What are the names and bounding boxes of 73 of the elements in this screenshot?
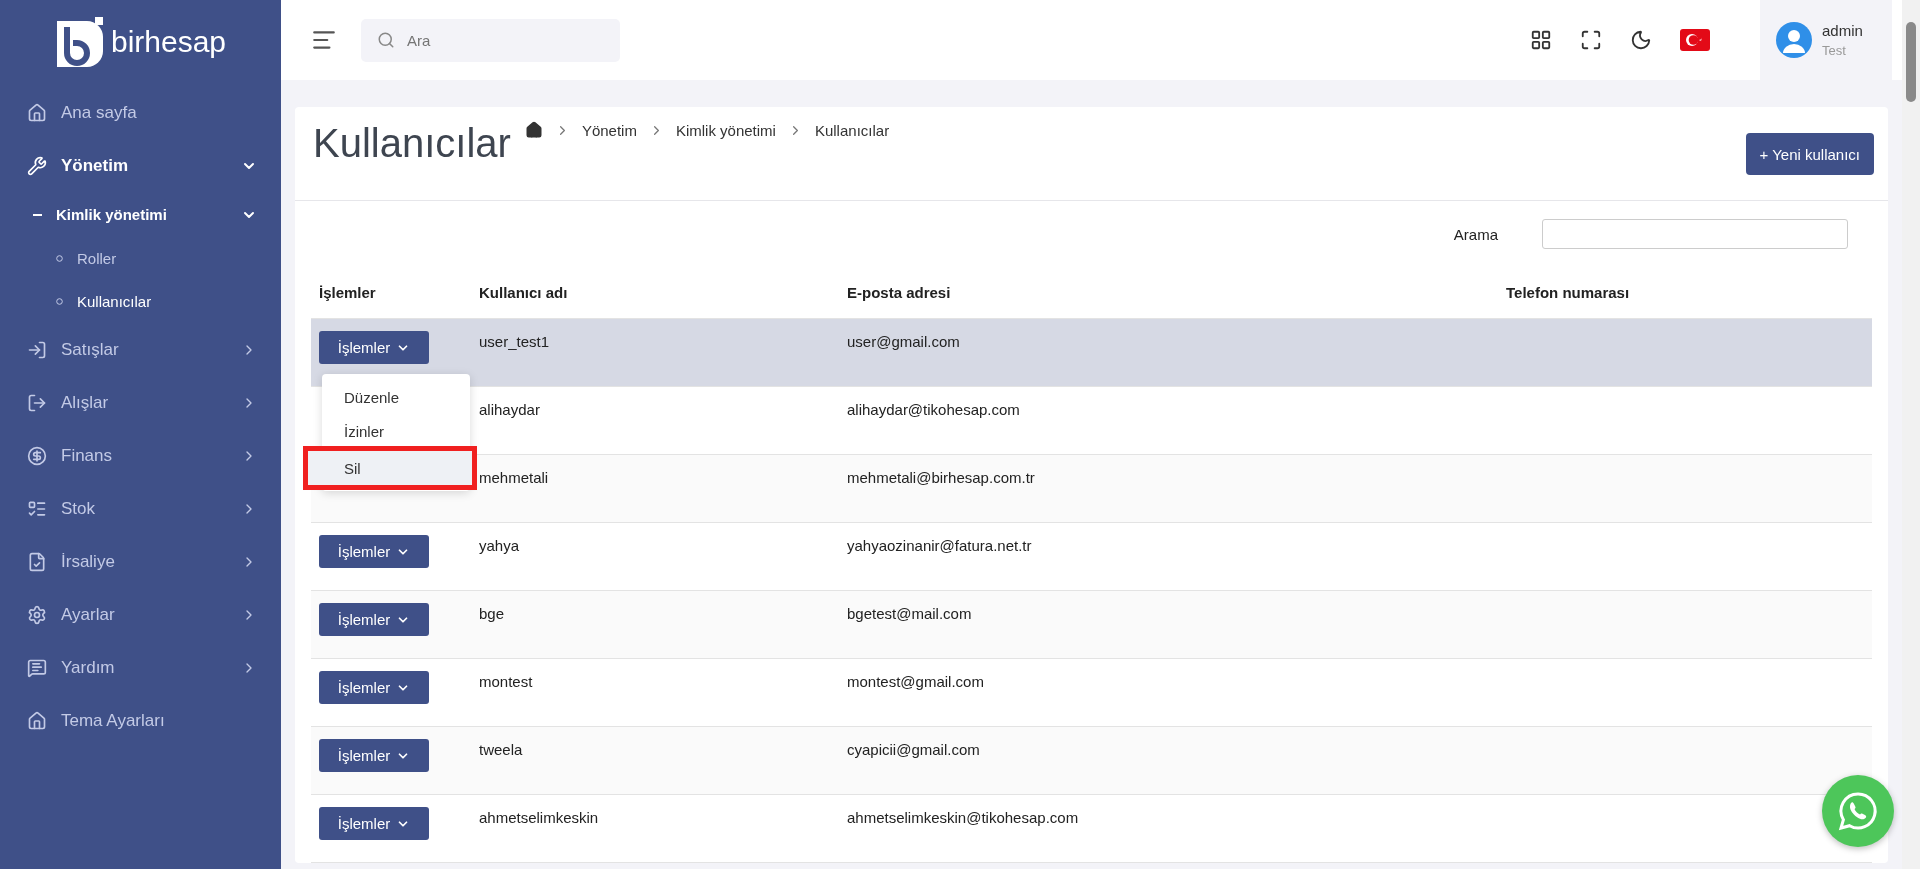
table-cell-text: ahmetselimkeskin@tikohesap.com bbox=[847, 808, 1080, 826]
table-cell-text: montest bbox=[479, 672, 534, 690]
sidebar-item[interactable]: Finans bbox=[0, 429, 281, 482]
user-name: admin bbox=[1822, 22, 1863, 39]
message-icon bbox=[27, 657, 47, 678]
search-icon bbox=[377, 30, 395, 49]
logo-icon bbox=[54, 17, 105, 67]
table-cell-text: user_test1 bbox=[479, 332, 551, 350]
column-header: E-posta adresi bbox=[847, 284, 952, 301]
sidebar-item[interactable]: Tema Ayarları bbox=[0, 694, 281, 747]
column-header: Kullanıcı adı bbox=[479, 284, 569, 301]
table-cell-text: ahmetselimkeskin bbox=[479, 808, 600, 826]
home-icon[interactable] bbox=[524, 121, 543, 139]
column-header: İşlemler bbox=[318, 284, 377, 301]
arrow-in-icon bbox=[27, 339, 47, 360]
user-profile[interactable]: admin Test bbox=[1760, 0, 1892, 80]
actions-dropdown-button[interactable]: İşlemler bbox=[319, 603, 429, 636]
logo-text: birhesap bbox=[110, 25, 227, 59]
scrollbar[interactable] bbox=[1902, 0, 1920, 869]
search-input[interactable] bbox=[1542, 219, 1848, 249]
avatar-icon bbox=[1776, 22, 1812, 58]
breadcrumb-item[interactable]: Yönetim bbox=[581, 121, 637, 139]
actions-dropdown-button[interactable]: İşlemler bbox=[319, 331, 429, 364]
search-field[interactable]: Ara bbox=[361, 18, 620, 62]
sidebar-item[interactable]: Satışlar bbox=[0, 323, 281, 376]
sidebar-subitem[interactable]: Kullanıcılar bbox=[0, 280, 281, 323]
table-cell-text: tweela bbox=[479, 740, 524, 758]
table-cell-text: bgetest@mail.com bbox=[847, 604, 973, 622]
circle-icon bbox=[56, 255, 63, 262]
sidebar-item[interactable]: İrsaliye bbox=[0, 535, 281, 588]
table-cell-text: yahya bbox=[479, 536, 521, 554]
table-cell-text: alihaydar bbox=[479, 400, 541, 418]
table-cell-text: bge bbox=[479, 604, 506, 622]
actions-dropdown-button[interactable]: İşlemler bbox=[319, 535, 429, 568]
breadcrumb-item: Kullanıcılar bbox=[814, 121, 890, 139]
table-cell-text: montest@gmail.com bbox=[847, 672, 985, 690]
dash-icon bbox=[33, 213, 42, 216]
column-header: Telefon numarası bbox=[1506, 284, 1631, 301]
search-label: Arama bbox=[1453, 225, 1498, 243]
sidebar-item[interactable]: Stok bbox=[0, 482, 281, 535]
sidebar-item[interactable]: Ana sayfa bbox=[0, 86, 281, 139]
circle-icon bbox=[56, 298, 63, 305]
table-cell-text: mehmetali@birhesap.com.tr bbox=[847, 468, 1036, 486]
sidebar-item[interactable]: Alışlar bbox=[0, 376, 281, 429]
user-role: Test bbox=[1822, 43, 1847, 58]
actions-dropdown-button[interactable]: İşlemler bbox=[319, 739, 429, 772]
table-cell-text: alihaydar@tikohesap.com bbox=[847, 400, 1021, 418]
new-user-button[interactable]: + Yeni kullanıcı bbox=[1745, 133, 1874, 175]
sidebar-subitem[interactable]: Roller bbox=[0, 237, 281, 280]
house-icon bbox=[27, 102, 47, 123]
table-cell-text: user@gmail.com bbox=[847, 332, 961, 350]
page-title: Kullanıcılar bbox=[313, 121, 511, 166]
sidebar-subitem[interactable]: Kimlik yönetimi bbox=[0, 192, 281, 237]
actions-dropdown-button[interactable]: İşlemler bbox=[319, 671, 429, 704]
grid-icon[interactable] bbox=[1530, 29, 1552, 51]
actions-dropdown-button[interactable]: İşlemler bbox=[319, 807, 429, 840]
menu-item[interactable]: Düzenle bbox=[322, 380, 470, 414]
sidebar-item[interactable]: Yönetim bbox=[0, 139, 281, 192]
house-icon bbox=[27, 710, 47, 731]
file-icon bbox=[27, 551, 47, 572]
moon-icon[interactable] bbox=[1630, 29, 1652, 51]
settings-icon bbox=[27, 604, 47, 625]
wrench-icon bbox=[27, 155, 47, 176]
menu-item[interactable]: İzinler bbox=[322, 414, 470, 448]
dollar-icon bbox=[27, 445, 47, 466]
table-cell-text: cyapicii@gmail.com bbox=[847, 740, 981, 758]
sidebar-item[interactable]: Yardım bbox=[0, 641, 281, 694]
flag-icon[interactable] bbox=[1680, 29, 1710, 51]
sidebar-item[interactable]: Ayarlar bbox=[0, 588, 281, 641]
fullscreen-icon[interactable] bbox=[1580, 29, 1602, 51]
table-cell-text: mehmetali bbox=[479, 468, 550, 486]
breadcrumb-item[interactable]: Kimlik yönetimi bbox=[675, 121, 776, 139]
table-cell-text: yahyaozinanir@fatura.net.tr bbox=[847, 536, 1033, 554]
